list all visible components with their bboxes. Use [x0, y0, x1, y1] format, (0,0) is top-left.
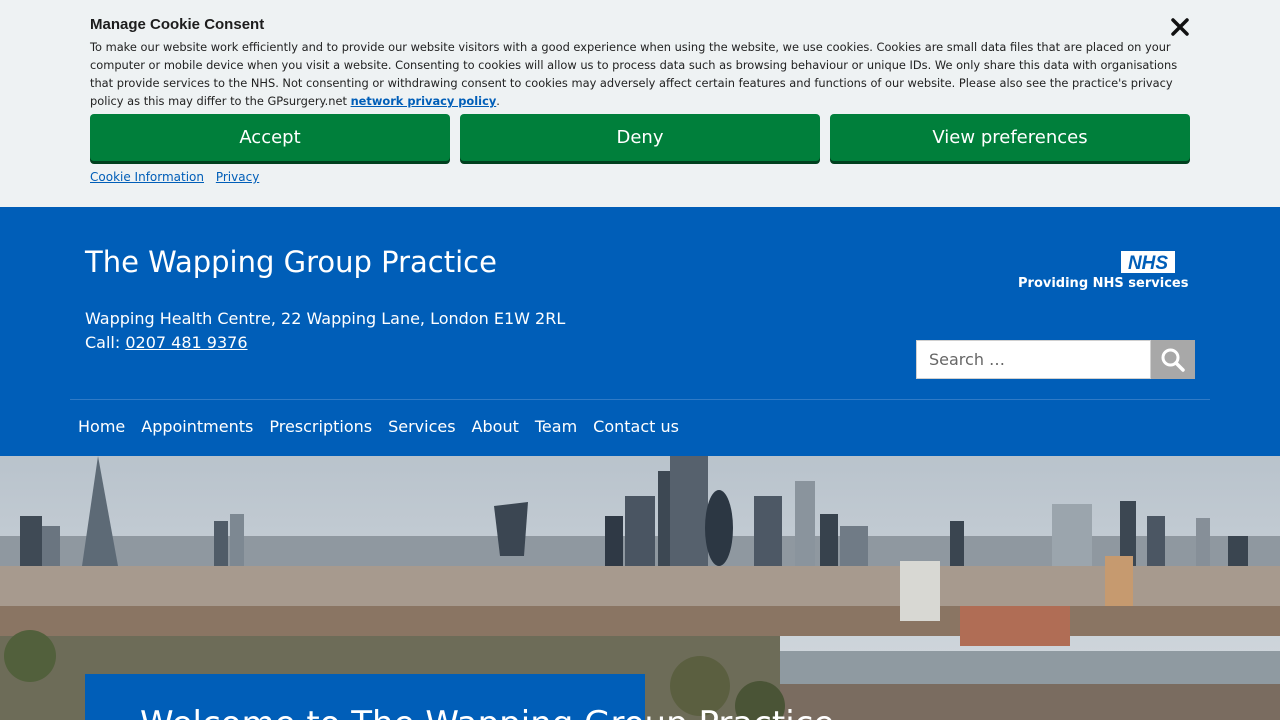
accept-button[interactable]: Accept: [90, 114, 450, 161]
cookie-links: Cookie Information Privacy: [90, 170, 267, 184]
call-label: Call:: [85, 333, 126, 352]
nav-item-about[interactable]: About: [472, 417, 519, 436]
view-preferences-button[interactable]: View preferences: [830, 114, 1190, 161]
practice-address: Wapping Health Centre, 22 Wapping Lane, …: [85, 309, 566, 328]
hero-banner: Welcome to The Wapping Group Practice: [0, 456, 1280, 720]
network-privacy-policy-link[interactable]: network privacy policy: [351, 94, 497, 108]
header-divider: [70, 399, 1210, 400]
close-icon[interactable]: [1169, 16, 1191, 38]
privacy-link[interactable]: Privacy: [216, 170, 259, 184]
nav-item-prescriptions[interactable]: Prescriptions: [269, 417, 372, 436]
cookie-information-link[interactable]: Cookie Information: [90, 170, 204, 184]
phone-link[interactable]: 0207 481 9376: [125, 333, 247, 352]
deny-button[interactable]: Deny: [460, 114, 820, 161]
nav-item-services[interactable]: Services: [388, 417, 455, 436]
search-input[interactable]: [916, 340, 1151, 379]
nhs-logo: NHS: [1121, 251, 1175, 273]
call-line: Call: 0207 481 9376: [85, 331, 565, 355]
cookie-description-text: To make our website work efficiently and…: [90, 40, 1178, 108]
nav-item-appointments[interactable]: Appointments: [141, 417, 253, 436]
cookie-consent-banner: Manage Cookie Consent To make our websit…: [0, 0, 1280, 207]
cookie-description: To make our website work efficiently and…: [90, 38, 1190, 110]
search-button[interactable]: [1151, 340, 1195, 379]
main-nav: Home Appointments Prescriptions Services…: [78, 417, 679, 436]
site-header: The Wapping Group Practice Wapping Healt…: [0, 207, 1280, 456]
welcome-box: Welcome to The Wapping Group Practice: [85, 674, 834, 720]
cookie-title: Manage Cookie Consent: [90, 16, 265, 33]
nhs-logo-text: NHS: [1128, 253, 1168, 273]
practice-contact: Wapping Health Centre, 22 Wapping Lane, …: [85, 307, 565, 355]
nav-item-home[interactable]: Home: [78, 417, 125, 436]
site-title[interactable]: The Wapping Group Practice: [85, 245, 497, 279]
nhs-tagline: Providing NHS services: [1018, 276, 1189, 291]
nav-item-contact-us[interactable]: Contact us: [593, 417, 679, 436]
search-icon: [1161, 348, 1185, 372]
welcome-heading: Welcome to The Wapping Group Practice: [140, 704, 834, 720]
cookie-description-end: .: [496, 94, 500, 108]
nav-item-team[interactable]: Team: [535, 417, 577, 436]
